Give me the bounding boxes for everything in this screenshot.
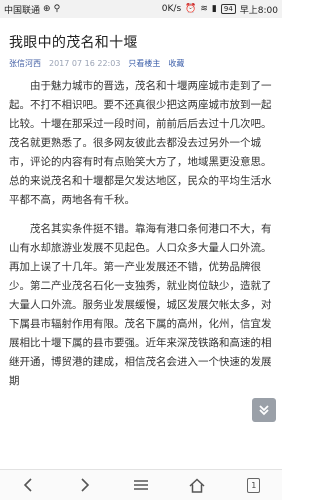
forward-button[interactable] bbox=[70, 473, 100, 497]
author-only-link[interactable]: 只看楼主 bbox=[128, 58, 160, 69]
menu-icon bbox=[133, 480, 148, 490]
double-chevron-down-icon bbox=[259, 405, 269, 416]
article-title: 我眼中的茂名和十堰 bbox=[9, 35, 138, 51]
menu-button[interactable] bbox=[126, 473, 156, 497]
tabs-button[interactable]: 1 bbox=[239, 473, 269, 497]
chevron-right-icon bbox=[81, 478, 89, 492]
article-content[interactable]: 我眼中的茂名和十堰 张信河西 2017 07 16 22:03 只看楼主 收藏 … bbox=[0, 18, 282, 470]
chevron-left-icon bbox=[24, 478, 32, 492]
scroll-down-button[interactable] bbox=[252, 398, 276, 422]
alarm-icon: ⏰ bbox=[185, 4, 197, 14]
clock: 早上8:00 bbox=[239, 5, 278, 16]
usb-icon: ⊕ bbox=[43, 4, 51, 14]
signal-icon: ▮ bbox=[211, 4, 217, 14]
article-meta: 张信河西 2017 07 16 22:03 只看楼主 收藏 bbox=[9, 58, 273, 69]
back-button[interactable] bbox=[13, 473, 43, 497]
search-icon: ⚲ bbox=[53, 4, 61, 14]
carrier-label: 中国联通 bbox=[4, 5, 41, 16]
home-button[interactable] bbox=[182, 473, 212, 497]
wifi-icon: ≋ bbox=[200, 4, 208, 14]
battery-icon: 94 bbox=[220, 4, 236, 14]
status-bar: 中国联通 ⊕ ⚲ 0K/s ⏰ ≋ ▮ 94 早上8:00 bbox=[0, 0, 282, 18]
network-speed: 0K/s bbox=[161, 4, 182, 14]
article-paragraph: 茂名其实条件挺不错。靠海有港口条何港口不大，有山有水却旅游业发展不见起色。人口众… bbox=[9, 223, 272, 387]
bottom-nav: 1 bbox=[0, 469, 282, 500]
tab-count-badge: 1 bbox=[247, 477, 261, 493]
favorite-link[interactable]: 收藏 bbox=[168, 58, 184, 69]
author-link[interactable]: 张信河西 bbox=[9, 58, 41, 69]
article-paragraph: 由于魅力城市的晋选，茂名和十堰两座城市走到了一起。不打不相识吧。要不还真很少把这… bbox=[9, 80, 272, 206]
post-date: 2017 07 16 22:03 bbox=[49, 59, 121, 68]
home-icon bbox=[189, 477, 205, 493]
